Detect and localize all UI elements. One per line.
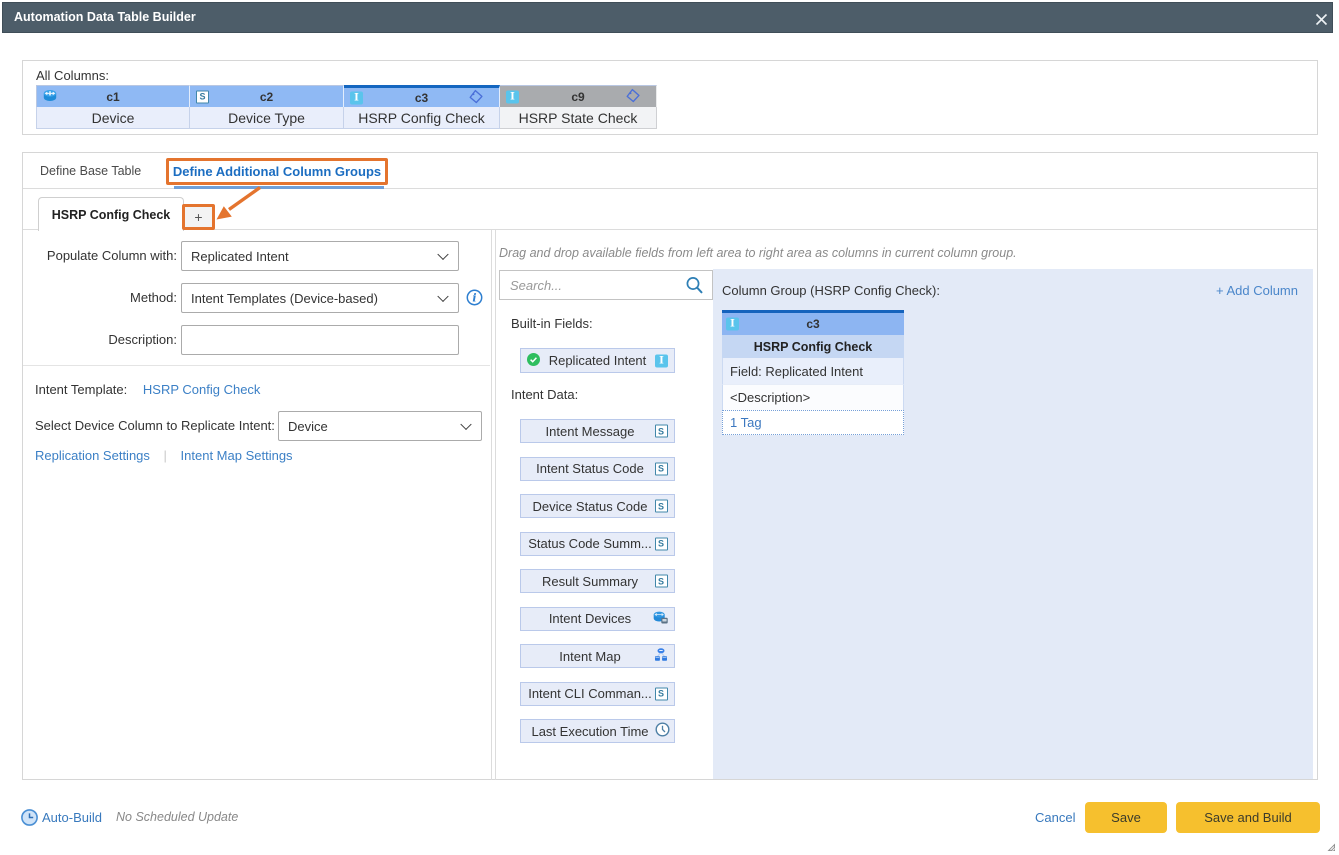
string-type-icon: S [655, 462, 668, 475]
resize-grip-icon[interactable] [1326, 842, 1336, 852]
schedule-status: No Scheduled Update [116, 810, 238, 824]
field-chip-intent-message[interactable]: Intent MessageS [520, 419, 675, 443]
intent-template-row: Intent Template: HSRP Config Check [35, 382, 260, 397]
string-type-icon: S [196, 90, 209, 103]
card-field: Field: Replicated Intent [722, 358, 904, 384]
string-type-icon: S [655, 687, 668, 700]
card-title: HSRP Config Check [722, 335, 904, 358]
map-icon [654, 648, 668, 665]
clock-icon [655, 722, 670, 740]
populate-column-label: Populate Column with: [23, 248, 177, 263]
field-chip-intent-devices[interactable]: Intent Devices [520, 607, 675, 631]
column-group-label: Column Group (HSRP Config Check): [722, 283, 940, 298]
column-c9[interactable]: I c9 HSRP State Check [500, 85, 657, 129]
chevron-down-icon [437, 291, 448, 302]
field-chip-intent-map[interactable]: Intent Map [520, 644, 675, 668]
device-type-icon [43, 89, 57, 105]
column-c1[interactable]: c1 Device [36, 85, 190, 129]
card-tags[interactable]: 1 Tag [722, 410, 904, 435]
search-placeholder: Search... [510, 278, 562, 293]
check-icon [527, 353, 540, 369]
add-group-button[interactable]: + [182, 204, 215, 230]
populate-column-dropdown[interactable]: Replicated Intent [181, 241, 459, 271]
chevron-down-icon [460, 419, 471, 430]
save-button[interactable]: Save [1085, 802, 1167, 833]
column-name: Device Type [190, 107, 344, 129]
column-c2[interactable]: S c2 Device Type [190, 85, 344, 129]
save-and-build-button[interactable]: Save and Build [1176, 802, 1320, 833]
description-label: Description: [23, 332, 177, 347]
search-icon [685, 276, 704, 295]
tab-define-additional-column-groups[interactable]: Define Additional Column Groups [166, 158, 388, 185]
all-columns-section: All Columns: c1 Device S c2 [22, 60, 1318, 135]
intent-type-icon: I [506, 90, 519, 103]
search-box[interactable]: Search... [499, 270, 713, 300]
intent-map-settings-link[interactable]: Intent Map Settings [181, 448, 293, 463]
devices-icon [653, 610, 668, 627]
description-input[interactable] [181, 325, 459, 355]
replication-settings-link[interactable]: Replication Settings [35, 448, 150, 463]
all-columns-table: c1 Device S c2 Device Type I c3 [36, 85, 657, 129]
column-group-panel: Column Group (HSRP Config Check): + Add … [713, 269, 1313, 779]
column-id: c9 [571, 90, 584, 104]
column-name: Device [36, 107, 190, 129]
string-type-icon: S [655, 500, 668, 513]
active-tab-underline [174, 186, 384, 189]
clock-icon [21, 809, 38, 826]
intent-template-link[interactable]: HSRP Config Check [143, 382, 261, 397]
cancel-button[interactable]: Cancel [1035, 810, 1075, 825]
tab-define-base-table[interactable]: Define Base Table [40, 164, 141, 178]
group-tab-hsrp-config-check[interactable]: HSRP Config Check [38, 197, 184, 231]
intent-type-icon: I [726, 318, 739, 331]
tag-icon [469, 89, 483, 106]
method-label: Method: [23, 290, 177, 305]
all-columns-label: All Columns: [36, 68, 109, 83]
intent-type-icon: I [350, 91, 363, 104]
fields-divider [495, 230, 496, 780]
column-c3[interactable]: I c3 HSRP Config Check [344, 85, 500, 129]
device-column-dropdown[interactable]: Device [278, 411, 482, 441]
column-name: HSRP Config Check [344, 107, 500, 129]
method-dropdown[interactable]: Intent Templates (Device-based) [181, 283, 459, 313]
intent-data-label: Intent Data: [511, 387, 578, 402]
string-type-icon: S [655, 537, 668, 550]
column-id: c1 [106, 90, 119, 104]
info-icon[interactable]: i [466, 289, 483, 306]
settings-links: Replication Settings | Intent Map Settin… [35, 448, 293, 463]
intent-template-label: Intent Template: [35, 382, 127, 397]
intent-type-icon: I [655, 354, 668, 367]
close-icon[interactable] [1315, 13, 1328, 26]
auto-build-link[interactable]: Auto-Build [42, 810, 102, 825]
field-chip-device-status-code[interactable]: Device Status CodeS [520, 494, 675, 518]
device-column-label: Select Device Column to Replicate Intent… [35, 418, 275, 433]
form-divider [23, 365, 490, 366]
field-chip-intent-status-code[interactable]: Intent Status CodeS [520, 457, 675, 481]
content-divider [23, 229, 1317, 230]
field-chip-result-summary[interactable]: Result SummaryS [520, 569, 675, 593]
card-header: I c3 [722, 313, 904, 335]
column-card[interactable]: I c3 HSRP Config Check Field: Replicated… [722, 310, 904, 435]
column-name: HSRP State Check [500, 107, 657, 129]
string-type-icon: S [655, 575, 668, 588]
field-chip-intent-cli-comman[interactable]: Intent CLI Comman...S [520, 682, 675, 706]
field-chip-replicated-intent[interactable]: Replicated Intent I [520, 348, 675, 373]
column-id: c2 [260, 90, 273, 104]
builtin-fields-label: Built-in Fields: [511, 316, 593, 331]
column-id: c3 [415, 91, 428, 105]
drag-drop-hint: Drag and drop available fields from left… [499, 246, 1017, 260]
card-description: <Description> [722, 384, 904, 410]
svg-text:i: i [472, 292, 476, 305]
string-type-icon: S [655, 425, 668, 438]
field-chip-last-execution-time[interactable]: Last Execution Time [520, 719, 675, 743]
dialog-title: Automation Data Table Builder [14, 10, 196, 24]
tag-icon [626, 88, 640, 105]
panel-divider [491, 230, 492, 780]
field-chip-status-code-summ[interactable]: Status Code Summ...S [520, 532, 675, 556]
chevron-down-icon [437, 249, 448, 260]
add-column-button[interactable]: + Add Column [1216, 283, 1298, 298]
dialog-titlebar: Automation Data Table Builder [2, 2, 1333, 33]
